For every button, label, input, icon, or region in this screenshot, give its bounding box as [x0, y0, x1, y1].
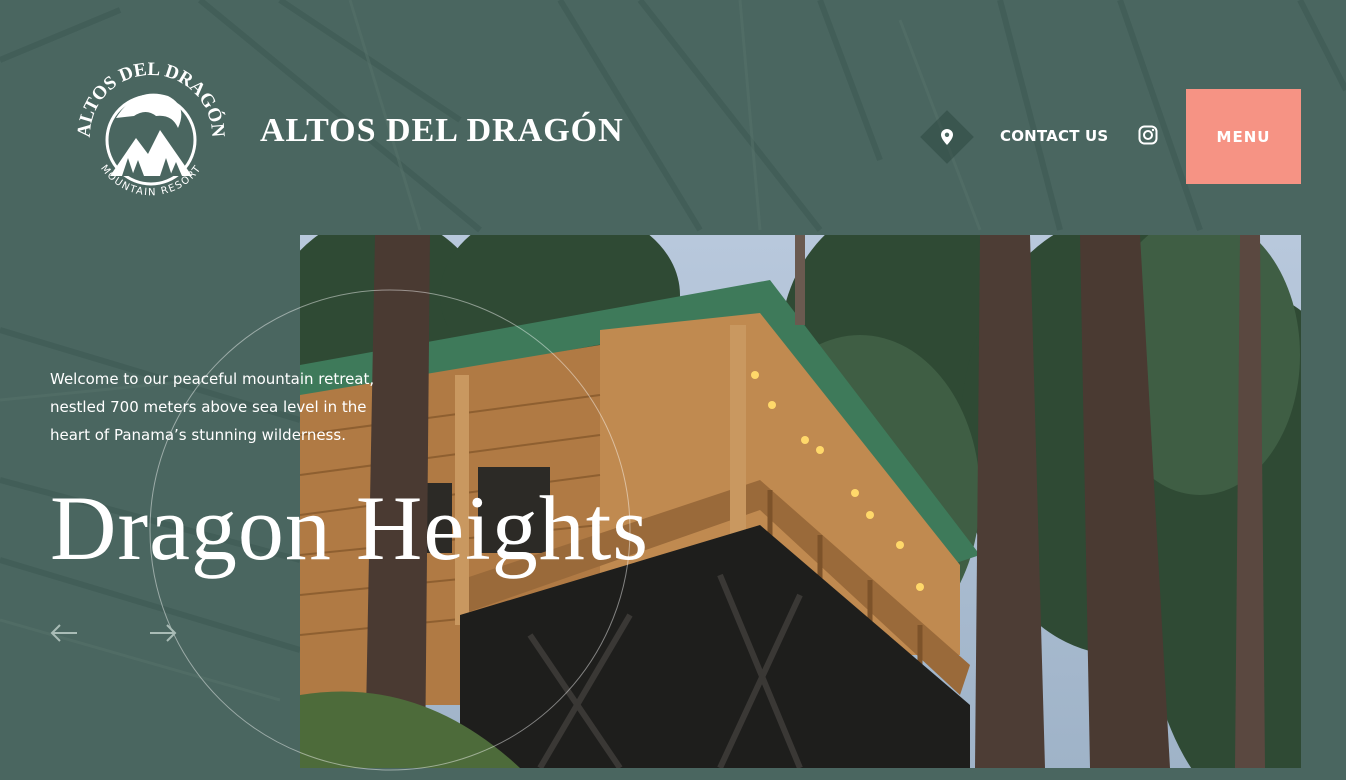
menu-button[interactable]: MENU — [1186, 89, 1301, 184]
hero-title: Dragon Heights — [50, 477, 650, 579]
contact-us-link[interactable]: CONTACT US — [1000, 127, 1108, 145]
location-button[interactable] — [920, 110, 974, 164]
map-pin-icon — [941, 129, 953, 145]
resort-logo[interactable]: ALTOS DEL DRAGÓN MOUNTAIN RESORT — [76, 58, 226, 214]
hero-tagline: Welcome to our peaceful mountain retreat… — [50, 370, 375, 444]
instagram-icon[interactable] — [1138, 125, 1158, 145]
brand-title[interactable]: ALTOS DEL DRAGÓN — [260, 112, 624, 150]
arrow-right-icon[interactable] — [149, 622, 177, 644]
arrow-left-icon[interactable] — [50, 622, 78, 644]
